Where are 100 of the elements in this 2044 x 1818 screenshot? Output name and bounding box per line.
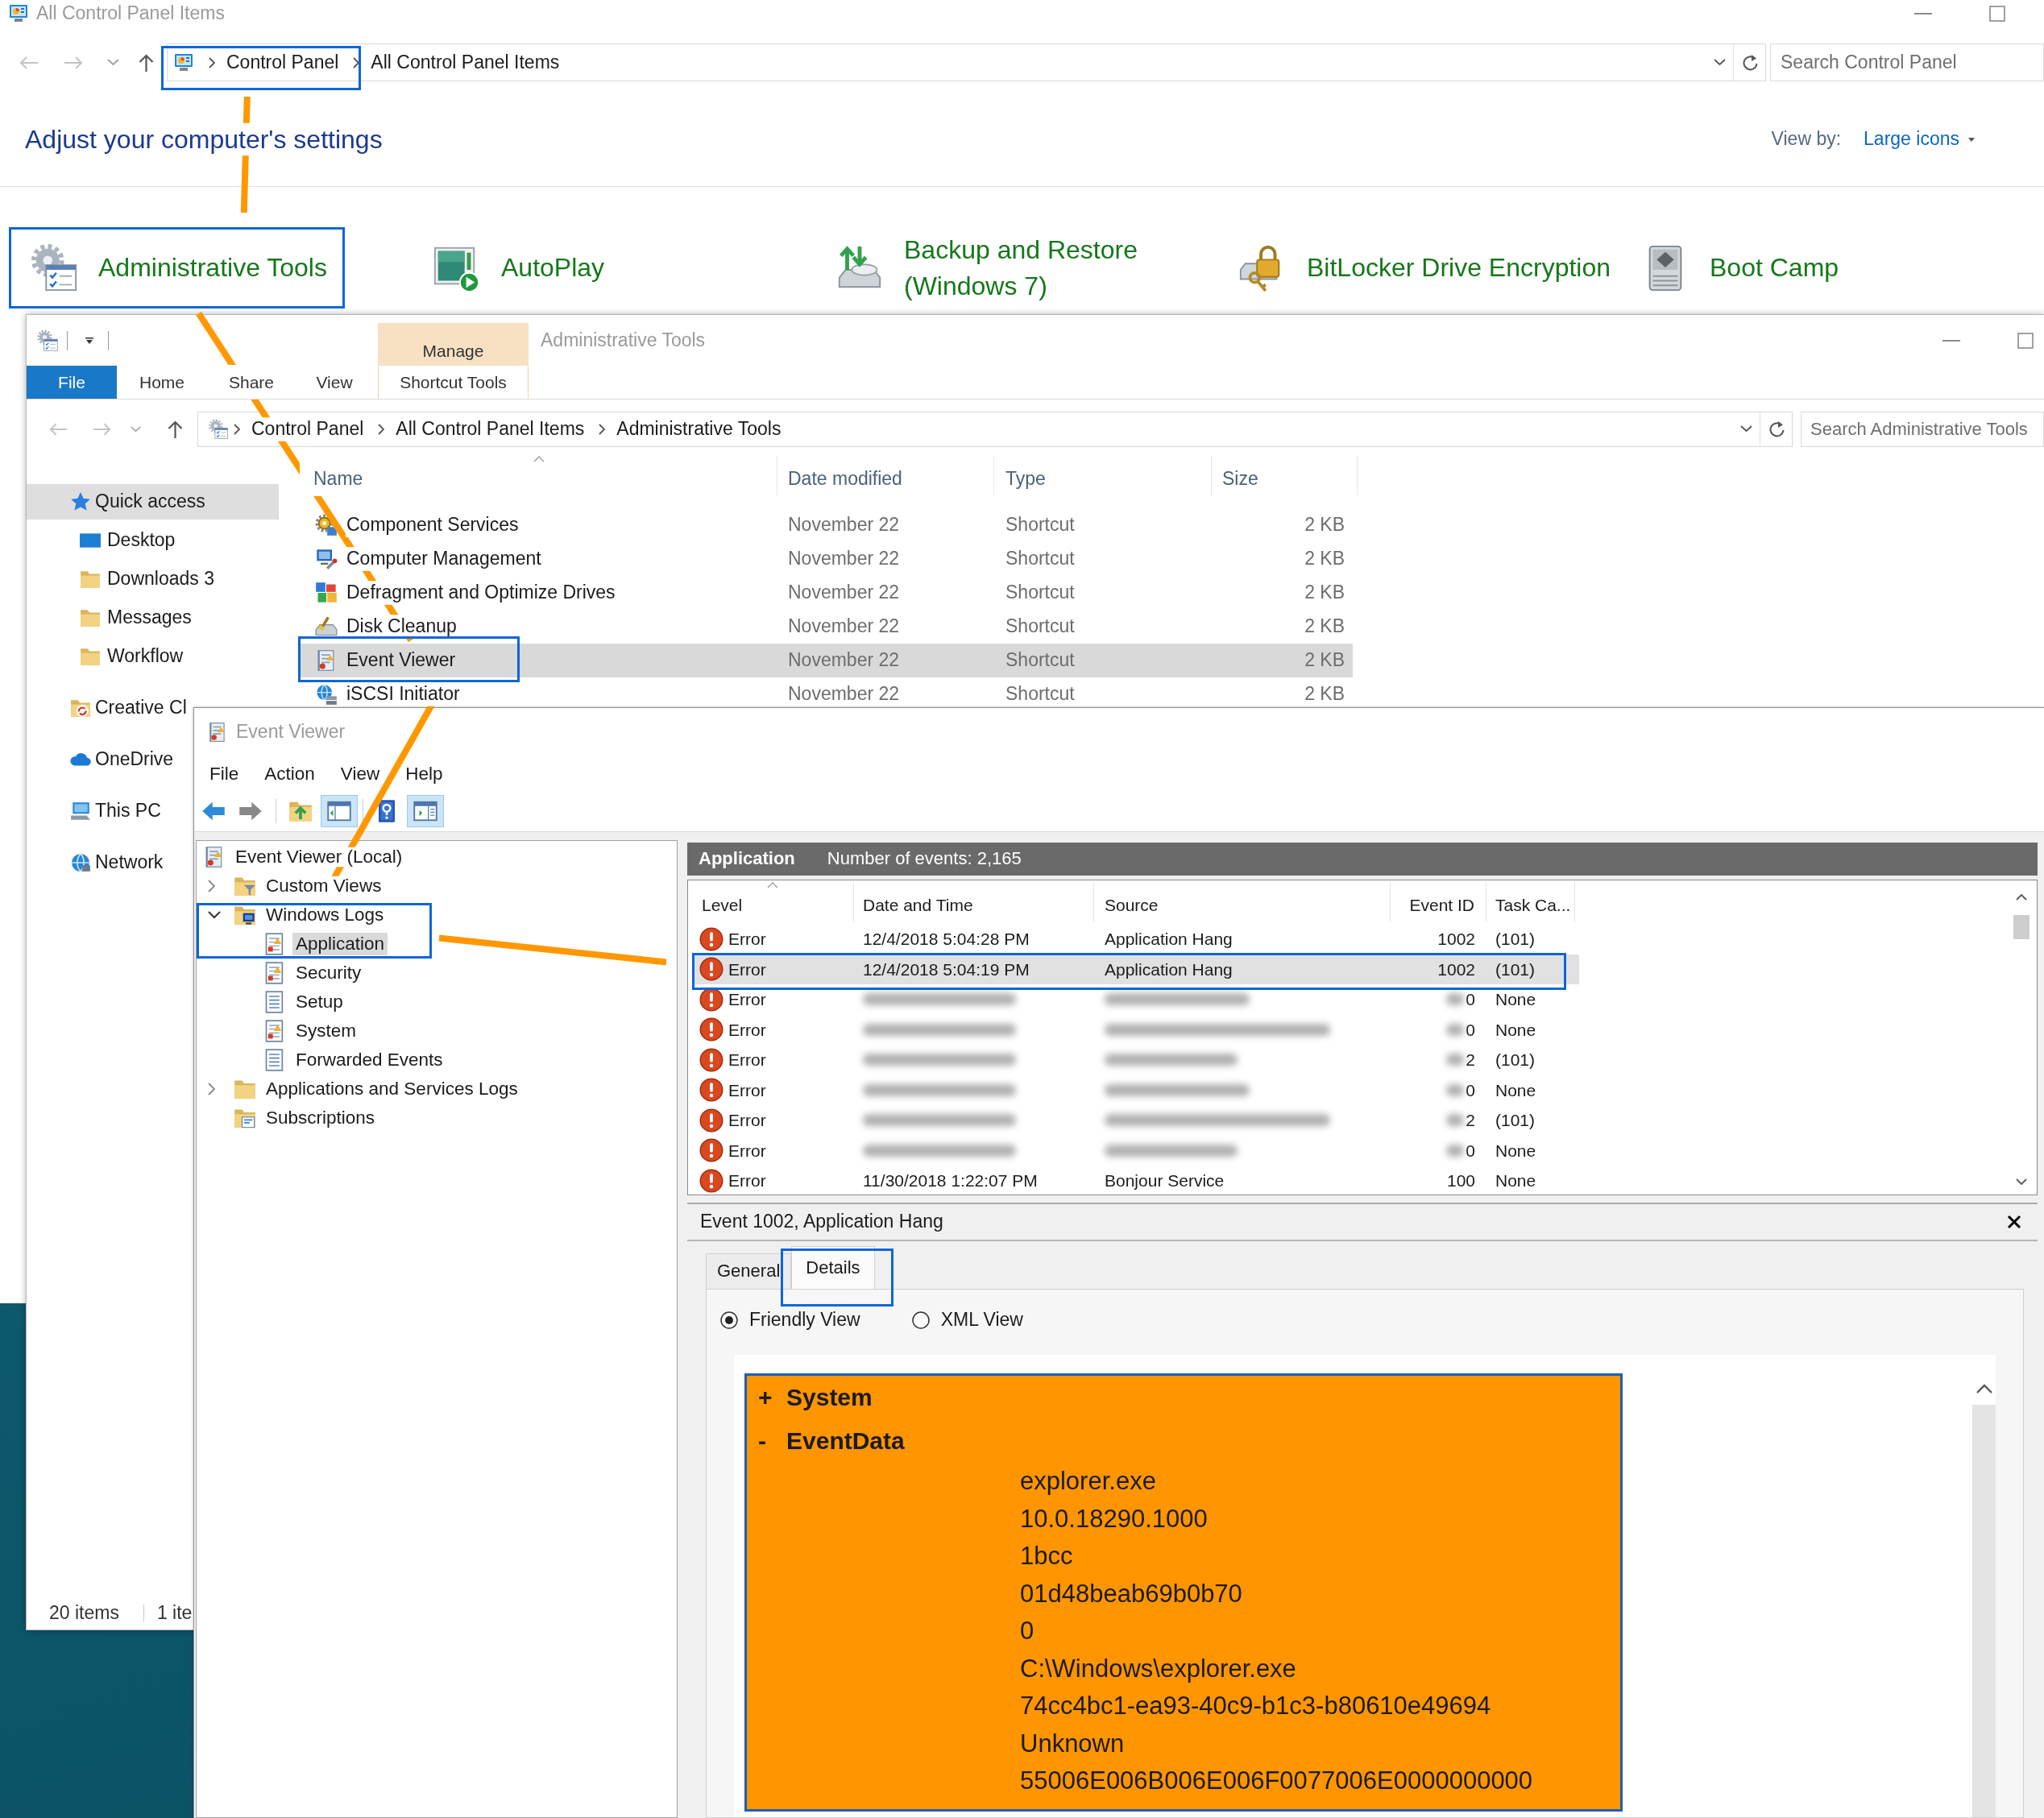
- breadcrumb-link[interactable]: Control Panel: [226, 51, 339, 74]
- dropdown-chevron-icon[interactable]: [1714, 58, 1727, 67]
- tree-item[interactable]: Security: [292, 963, 365, 983]
- tree-item[interactable]: Event Viewer (Local): [232, 847, 406, 867]
- tab[interactable]: Details: [791, 1246, 875, 1289]
- address-bar[interactable]: Control Panel All Control Panel Items: [167, 43, 1766, 81]
- control-panel-icon: [8, 4, 29, 23]
- column-header[interactable]: Task Ca...: [1486, 882, 1575, 921]
- nav-item[interactable]: Desktop: [27, 523, 176, 558]
- file-name[interactable]: Event Viewer: [346, 649, 456, 672]
- control-panel-item[interactable]: AutoPlay: [412, 227, 605, 309]
- tab[interactable]: General: [706, 1253, 792, 1289]
- breadcrumb-link[interactable]: Administrative Tools: [616, 418, 782, 441]
- file-name[interactable]: Component Services: [346, 514, 519, 536]
- refresh-icon[interactable]: [1768, 421, 1785, 437]
- close-icon[interactable]: [2007, 1215, 2021, 1229]
- recent-locations-icon[interactable]: [107, 59, 119, 66]
- field-value: Unknown: [1019, 1728, 1126, 1759]
- expand-toggle[interactable]: -: [758, 1427, 786, 1456]
- task-category: (101): [1495, 959, 1536, 979]
- search-field[interactable]: Search Administrative Tools: [1801, 412, 2044, 447]
- address-bar[interactable]: Control Panel All Control Panel Items Administrative Tools: [197, 412, 1793, 447]
- ribbon-tab[interactable]: View: [296, 366, 373, 399]
- nav-item[interactable]: Quick access: [27, 484, 279, 520]
- menu-item[interactable]: Help: [405, 762, 443, 785]
- tree-item[interactable]: Application: [292, 932, 388, 956]
- tree-item[interactable]: Subscriptions: [263, 1108, 379, 1128]
- menu-item[interactable]: File: [209, 762, 239, 785]
- maximize-icon[interactable]: [1989, 6, 2005, 22]
- chevron-right-icon[interactable]: [209, 56, 215, 68]
- customize-dropdown-icon[interactable]: [85, 337, 93, 344]
- chevron-right-icon[interactable]: [234, 424, 240, 435]
- tree-item[interactable]: Applications and Services Logs: [263, 1079, 521, 1099]
- event-source: Application Hang: [1105, 929, 1233, 950]
- file-name[interactable]: Computer Management: [346, 548, 541, 570]
- event-row[interactable]: Error 12/4/2018 5:04:19 PM Application Hang 1002 (101): [692, 954, 1579, 984]
- menu-item[interactable]: Action: [264, 762, 315, 785]
- breadcrumb-link[interactable]: Control Panel: [251, 418, 364, 441]
- toolbar-button[interactable]: [407, 794, 444, 827]
- chevron-right-icon[interactable]: [378, 424, 385, 435]
- scroll-thumb[interactable]: [2013, 915, 2029, 939]
- column-header[interactable]: Date and Time: [854, 882, 1094, 921]
- scroll-down-icon[interactable]: [2016, 1178, 2027, 1185]
- nav-item[interactable]: Network: [27, 845, 164, 880]
- tree-item[interactable]: Forwarded Events: [292, 1050, 446, 1070]
- refresh-icon[interactable]: [1741, 54, 1758, 71]
- radio-option[interactable]: Friendly View: [720, 1309, 860, 1331]
- scroll-up-icon[interactable]: [2016, 894, 2027, 901]
- nav-item[interactable]: Creative Cl: [27, 690, 187, 726]
- file-name[interactable]: Disk Cleanup: [346, 615, 457, 638]
- chevron-right-icon[interactable]: [353, 56, 360, 68]
- file-name[interactable]: Defragment and Optimize Drives: [346, 582, 616, 604]
- log-name: Application: [699, 848, 795, 870]
- nav-item[interactable]: Messages: [27, 600, 192, 636]
- chevron-down-icon[interactable]: [208, 911, 221, 919]
- chevron-right-icon[interactable]: [208, 880, 216, 892]
- breadcrumb-link[interactable]: All Control Panel Items: [371, 51, 560, 74]
- nav-item[interactable]: Downloads 3: [27, 561, 214, 597]
- nav-item[interactable]: OneDrive: [27, 742, 174, 777]
- tree-item[interactable]: System: [292, 1021, 359, 1041]
- radio-button-icon[interactable]: [720, 1311, 738, 1329]
- expand-toggle[interactable]: +: [758, 1383, 786, 1412]
- ribbon-tab[interactable]: Home: [117, 366, 207, 399]
- search-field[interactable]: Search Control Panel: [1770, 43, 2044, 81]
- tree-item[interactable]: Windows Logs: [263, 905, 388, 925]
- scroll-up-icon[interactable]: [1976, 1384, 1992, 1394]
- menu-item[interactable]: View: [340, 762, 380, 785]
- tree-item[interactable]: Setup: [292, 992, 346, 1012]
- gear-document-icon[interactable]: [36, 329, 59, 352]
- recent-locations-icon[interactable]: [131, 426, 141, 433]
- control-panel-item[interactable]: Administrative Tools: [9, 227, 327, 309]
- column-header[interactable]: Date modified: [777, 456, 994, 495]
- nav-item[interactable]: This PC: [27, 793, 161, 829]
- file-name[interactable]: iSCSI Initiator: [346, 683, 460, 706]
- ribbon-tab[interactable]: Share: [207, 366, 296, 399]
- column-header[interactable]: Event ID: [1391, 882, 1486, 921]
- radio-option[interactable]: XML View: [911, 1309, 1023, 1331]
- control-panel-item[interactable]: Boot Camp: [1620, 227, 1839, 309]
- column-header[interactable]: Level: [692, 882, 854, 921]
- nav-item[interactable]: Workflow: [27, 639, 184, 674]
- breadcrumb-link[interactable]: All Control Panel Items: [396, 418, 585, 441]
- column-header[interactable]: Size: [1212, 456, 1358, 495]
- chevron-right-icon[interactable]: [599, 424, 606, 435]
- column-header[interactable]: Source: [1094, 882, 1391, 921]
- control-panel-item[interactable]: BitLocker Drive Encryption: [1217, 227, 1611, 309]
- control-panel-item[interactable]: Backup and Restore (Windows 7): [815, 227, 1217, 309]
- ribbon-tab[interactable]: File: [27, 366, 117, 399]
- file-row[interactable]: Event Viewer November 22 Shortcut 2 KB: [301, 644, 1353, 677]
- up-arrow-icon[interactable]: [139, 53, 154, 72]
- column-header[interactable]: Type: [994, 456, 1212, 495]
- minimize-icon[interactable]: [1942, 339, 1960, 342]
- maximize-icon[interactable]: [2017, 332, 2034, 349]
- dropdown-chevron-icon[interactable]: [1740, 425, 1753, 433]
- chevron-right-icon[interactable]: [208, 1083, 216, 1095]
- up-arrow-icon[interactable]: [168, 420, 183, 438]
- tree-item[interactable]: Custom Views: [263, 876, 385, 896]
- toolbar-button[interactable]: [321, 794, 358, 827]
- view-by-dropdown[interactable]: Large icons: [1864, 128, 1975, 151]
- ribbon-tab[interactable]: Shortcut Tools: [378, 366, 529, 399]
- radio-button-icon[interactable]: [911, 1311, 930, 1329]
